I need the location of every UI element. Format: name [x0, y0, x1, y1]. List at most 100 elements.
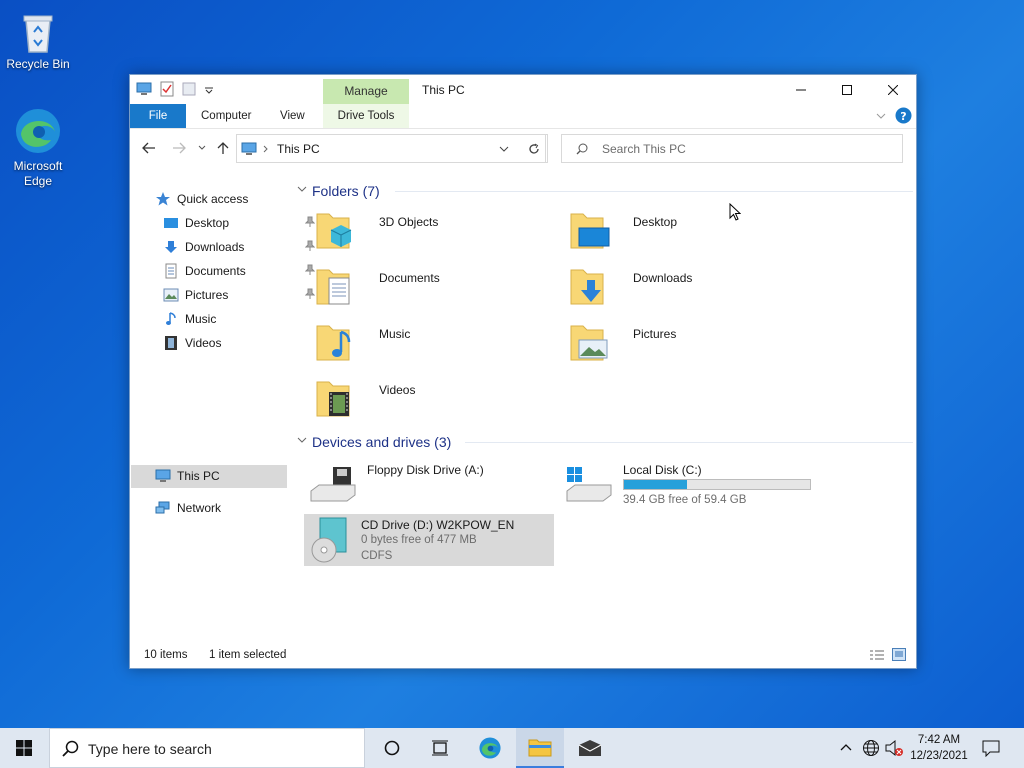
new-folder-icon[interactable] — [182, 82, 196, 96]
search-box[interactable]: Search This PC — [561, 134, 903, 163]
maximize-button[interactable] — [824, 75, 870, 104]
network-globe-icon[interactable] — [862, 739, 880, 757]
start-button[interactable] — [0, 728, 48, 768]
properties-icon[interactable] — [160, 81, 174, 97]
tab-computer[interactable]: Computer — [201, 104, 252, 128]
network-icon — [155, 501, 170, 514]
svg-text:?: ? — [900, 110, 906, 123]
large-icons-view-icon[interactable] — [892, 648, 906, 661]
film-icon — [165, 336, 177, 350]
folder-item[interactable]: Music — [313, 320, 553, 370]
chevron-up-icon[interactable] — [840, 743, 852, 751]
minimize-button[interactable] — [778, 75, 824, 104]
mail-taskbar-button[interactable] — [566, 728, 614, 768]
task-view-button[interactable] — [416, 728, 464, 768]
group-header-folders[interactable]: Folders (7) — [312, 180, 380, 202]
drive-cd-selected[interactable]: CD Drive (D:) W2KPOW_EN 0 bytes free of … — [304, 514, 554, 566]
edge-taskbar-button[interactable] — [466, 728, 514, 768]
group-divider — [395, 191, 913, 192]
computer-icon — [155, 469, 171, 482]
picture-icon — [163, 288, 179, 302]
computer-icon[interactable] — [136, 82, 152, 96]
address-bar[interactable]: This PC — [236, 134, 546, 163]
folder-pictures-icon — [570, 325, 608, 361]
chevron-right-icon[interactable] — [263, 145, 269, 153]
forward-arrow-icon[interactable] — [172, 142, 186, 154]
edge-icon — [16, 109, 60, 153]
folder-item[interactable]: Desktop — [567, 208, 807, 258]
refresh-button[interactable] — [520, 134, 548, 163]
minimize-icon — [796, 89, 806, 90]
recent-locations-icon[interactable] — [198, 145, 206, 151]
search-placeholder: Search This PC — [602, 142, 686, 156]
navigation-pane: Quick access Desktop Downloads Documents… — [130, 176, 315, 636]
selection-count: 1 item selected — [209, 649, 287, 661]
quick-access-toolbar — [136, 81, 214, 97]
drive-local-disk[interactable]: Local Disk (C:) 39.4 GB free of 59.4 GB — [565, 459, 815, 511]
address-text: This PC — [277, 142, 320, 156]
chevron-down-icon[interactable] — [204, 84, 214, 94]
desktop-icon — [164, 218, 178, 228]
status-bar: 10 items 1 item selected — [130, 644, 916, 668]
folder-icon — [528, 739, 552, 757]
windows-drive-icon — [566, 467, 612, 502]
taskbar-search-box[interactable]: Type here to search — [49, 728, 365, 768]
close-button[interactable] — [870, 75, 916, 104]
chevron-down-icon[interactable] — [499, 146, 509, 153]
folder-item[interactable]: Downloads — [567, 264, 807, 314]
disk-free-text: 39.4 GB free of 59.4 GB — [623, 494, 747, 506]
recycle-bin-icon — [23, 15, 53, 53]
search-icon — [62, 740, 79, 757]
star-icon — [156, 192, 170, 206]
disk-usage-fill — [624, 480, 687, 489]
desktop-icon-recycle-bin[interactable]: Recycle Bin — [6, 10, 70, 72]
tab-file[interactable]: File — [130, 104, 186, 128]
tab-view[interactable]: View — [280, 104, 305, 128]
desktop-icon-label: Microsoft Edge — [13, 159, 63, 188]
content-pane: Folders (7) 3D Objects Desktop Documents… — [295, 176, 915, 636]
details-view-icon[interactable] — [869, 649, 885, 661]
chevron-down-icon[interactable] — [297, 186, 307, 194]
tab-drive-tools[interactable]: Drive Tools — [323, 104, 409, 128]
download-arrow-icon — [165, 241, 177, 253]
folder-3d-objects-icon — [316, 213, 352, 249]
help-icon[interactable]: ? — [895, 107, 912, 124]
folder-videos-icon — [316, 381, 350, 417]
title-bar[interactable]: Manage This PC — [130, 75, 916, 104]
group-header-devices[interactable]: Devices and drives (3) — [312, 431, 451, 453]
notification-icon[interactable] — [982, 739, 1000, 757]
group-divider — [465, 442, 913, 443]
folder-item[interactable]: Pictures — [567, 320, 807, 370]
taskbar: Type here to search 7:42 AM 12/23/2021 — [0, 728, 1024, 768]
clock-date: 12/23/2021 — [910, 750, 968, 762]
task-view-icon — [432, 740, 448, 756]
chevron-down-icon[interactable] — [876, 112, 886, 120]
ribbon-tabs: File Computer View Drive Tools ? — [130, 104, 916, 129]
circle-icon — [384, 740, 400, 756]
navigation-bar: This PC Search This PC — [130, 133, 916, 167]
window-title: This PC — [422, 83, 465, 97]
tab-manage[interactable]: Manage — [323, 79, 409, 104]
speaker-muted-icon[interactable] — [884, 739, 904, 757]
back-arrow-icon[interactable] — [142, 142, 156, 154]
maximize-icon — [842, 84, 852, 95]
system-clock[interactable]: 7:42 AM 12/23/2021 — [906, 732, 972, 764]
file-explorer-taskbar-button[interactable] — [516, 728, 564, 768]
disk-usage-bar — [623, 479, 811, 490]
windows-logo-icon — [16, 740, 32, 756]
chevron-down-icon[interactable] — [297, 437, 307, 445]
mail-icon — [578, 740, 602, 756]
taskbar-search-placeholder: Type here to search — [88, 741, 212, 757]
desktop-icon-edge[interactable]: Microsoft Edge — [6, 106, 70, 189]
folder-item[interactable]: Documents — [313, 264, 553, 314]
cortana-button[interactable] — [368, 728, 416, 768]
floppy-drive-icon — [310, 467, 356, 502]
drive-floppy[interactable]: Floppy Disk Drive (A:) — [309, 459, 559, 511]
clock-time: 7:42 AM — [917, 734, 961, 746]
folder-item[interactable]: Videos — [313, 376, 553, 426]
search-icon — [576, 143, 588, 155]
edge-icon — [479, 737, 501, 759]
up-arrow-icon[interactable] — [217, 141, 229, 155]
refresh-icon — [528, 143, 539, 154]
folder-item[interactable]: 3D Objects — [313, 208, 553, 258]
